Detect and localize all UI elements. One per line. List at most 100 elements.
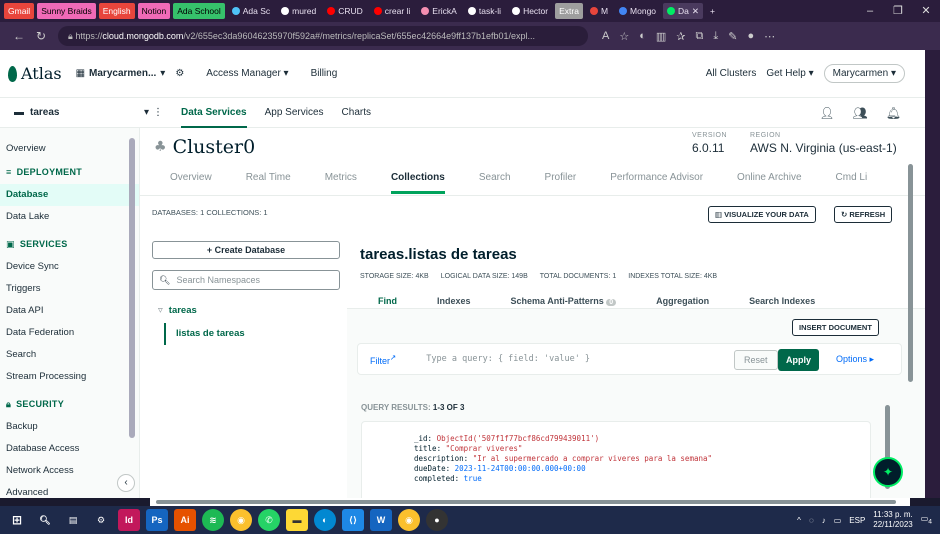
collections-icon[interactable]: ⧉: [696, 30, 704, 43]
windows-start-icon[interactable]: ⊞: [6, 509, 28, 531]
bookmark-english[interactable]: English: [98, 3, 135, 19]
split-screen-icon[interactable]: ▥: [656, 30, 666, 43]
bookmark-sunny-braids[interactable]: Sunny Braids: [37, 3, 96, 19]
tab-performance-advisor[interactable]: Performance Advisor: [610, 172, 703, 194]
tab-cmd-line[interactable]: Cmd Li: [836, 172, 868, 194]
document-card[interactable]: _id: ObjectId('507f1f77bcf86cd799439011'…: [361, 421, 871, 498]
whatsapp-icon[interactable]: ✆: [258, 509, 280, 531]
indesign-icon[interactable]: Id: [118, 509, 140, 531]
network-icon[interactable]: ◌: [809, 516, 814, 525]
visualize-data-button[interactable]: ▥ VISUALIZE YOUR DATA: [708, 206, 816, 223]
volume-icon[interactable]: ♪: [822, 516, 826, 525]
filter-label[interactable]: Filter↗: [370, 353, 396, 366]
read-aloud-icon[interactable]: A: [602, 30, 609, 43]
task-view-icon[interactable]: ▤: [62, 509, 84, 531]
file-explorer-icon[interactable]: ▬: [286, 509, 308, 531]
settings-gear-icon[interactable]: ⚙: [90, 509, 112, 531]
photoshop-icon[interactable]: Ps: [146, 509, 168, 531]
vscode-icon[interactable]: ⟨⟩: [342, 509, 364, 531]
close-tab-icon[interactable]: ✕: [692, 3, 699, 19]
more-options-icon[interactable]: ⋯: [764, 30, 775, 43]
gear-icon[interactable]: ⚙: [175, 68, 184, 79]
spotify-icon[interactable]: ≋: [202, 509, 224, 531]
close-window-icon[interactable]: ✕: [912, 0, 940, 22]
atlas-logo[interactable]: Atlas: [8, 64, 62, 83]
tab-profiler[interactable]: Profiler: [545, 172, 577, 194]
tab-overview[interactable]: Overview: [170, 172, 212, 194]
tab-charts[interactable]: Charts: [342, 98, 371, 128]
url-input[interactable]: 🔒︎ https://cloud.mongodb.com/v2/655ec3da…: [58, 26, 588, 46]
tab-real-time[interactable]: Real Time: [246, 172, 291, 194]
extensions-icon[interactable]: ✎: [728, 30, 737, 43]
tree-database-tareas[interactable]: ▿ tareas: [158, 305, 197, 316]
refresh-button[interactable]: ↻ REFRESH: [834, 206, 893, 223]
tab-search[interactable]: Search: [479, 172, 511, 194]
assistant-chat-button[interactable]: ✦: [873, 457, 903, 487]
reload-icon[interactable]: ↻: [30, 29, 52, 43]
sidebar-item-backup[interactable]: Backup: [0, 416, 139, 438]
main-scrollbar[interactable]: [908, 164, 913, 382]
github-desktop-icon[interactable]: ●: [426, 509, 448, 531]
language-indicator[interactable]: ESP: [849, 516, 865, 525]
browser-tab[interactable]: Ada Sc: [228, 3, 274, 19]
bookmark-ada-school[interactable]: Ada School: [173, 3, 225, 19]
browser-tab[interactable]: Hector: [508, 3, 552, 19]
insert-document-button[interactable]: INSERT DOCUMENT: [792, 319, 879, 336]
sidebar-item-triggers[interactable]: Triggers: [0, 278, 139, 300]
tab-aggregation[interactable]: Aggregation: [656, 296, 709, 306]
chrome-icon[interactable]: ◉: [398, 509, 420, 531]
sidebar-item-overview[interactable]: Overview: [0, 138, 139, 160]
reset-button[interactable]: Reset: [734, 350, 778, 370]
edge-browser-icon[interactable]: ◐: [314, 509, 336, 531]
profile-avatar-icon[interactable]: ●: [747, 30, 754, 43]
tab-data-services[interactable]: Data Services: [181, 98, 247, 128]
browser-tab[interactable]: crear li: [370, 3, 415, 19]
org-selector[interactable]: ▦ Marycarmen... ▾ ⚙: [76, 68, 185, 79]
notifications-icon[interactable]: ▭4: [921, 514, 932, 526]
access-manager-menu[interactable]: Access Manager ▾: [206, 68, 288, 79]
notifications-bell-icon[interactable]: 🔔︎: [886, 106, 901, 120]
tab-collections[interactable]: Collections: [390, 172, 445, 194]
options-toggle[interactable]: Options ▸: [836, 354, 874, 365]
tab-find[interactable]: Find: [378, 296, 397, 306]
back-icon[interactable]: ←: [8, 29, 30, 43]
tab-search-indexes[interactable]: Search Indexes: [749, 296, 815, 306]
restore-icon[interactable]: ❐: [884, 0, 912, 22]
illustrator-icon[interactable]: Ai: [174, 509, 196, 531]
tree-collection-listas-de-tareas[interactable]: listas de tareas: [164, 323, 245, 345]
bookmark-gmail[interactable]: Gmail: [4, 3, 35, 19]
sidebar-item-data-lake[interactable]: Data Lake: [0, 206, 139, 228]
favorites-icon[interactable]: ✰: [676, 30, 685, 43]
bookmark-extra[interactable]: Extra: [555, 3, 583, 19]
sidebar-item-data-api[interactable]: Data API: [0, 300, 139, 322]
sidebar-item-search[interactable]: Search: [0, 344, 139, 366]
new-tab-button[interactable]: +: [706, 3, 719, 19]
bookmark-notion[interactable]: Notion: [137, 3, 171, 19]
browser-tab[interactable]: mured: [277, 3, 320, 19]
battery-icon[interactable]: ▭: [834, 516, 842, 525]
project-options-icon[interactable]: ⋮: [153, 107, 163, 118]
browser-tab[interactable]: Mongo: [615, 3, 660, 19]
chrome-icon[interactable]: ◉: [230, 509, 252, 531]
tab-indexes[interactable]: Indexes: [437, 296, 471, 306]
billing-link[interactable]: Billing: [311, 68, 338, 79]
user-menu[interactable]: Marycarmen ▾: [823, 64, 905, 83]
browser-tab-active[interactable]: Da ✕: [663, 3, 704, 19]
browser-tab[interactable]: task-li: [464, 3, 505, 19]
horizontal-scrollbar[interactable]: [150, 498, 910, 506]
scrollbar-thumb[interactable]: [156, 500, 896, 504]
browser-tab[interactable]: ErickA: [417, 3, 461, 19]
sidebar-item-database-access[interactable]: Database Access: [0, 438, 139, 460]
extension-icon[interactable]: ◐: [639, 30, 646, 43]
activity-feed-icon[interactable]: 👥︎: [853, 106, 868, 120]
tab-schema-anti-patterns[interactable]: Schema Anti-Patterns 0: [511, 296, 617, 306]
project-selector[interactable]: ▬ tareas ▾: [14, 107, 149, 118]
filter-query-input[interactable]: Type a query: { field: 'value' }: [426, 354, 590, 364]
invite-user-icon[interactable]: 👤︎: [819, 106, 834, 120]
tab-online-archive[interactable]: Online Archive: [737, 172, 801, 194]
create-database-button[interactable]: + Create Database: [152, 241, 340, 259]
search-icon[interactable]: 🔍︎: [34, 509, 56, 531]
favorite-star-icon[interactable]: ☆: [619, 30, 629, 43]
sidebar-item-device-sync[interactable]: Device Sync: [0, 256, 139, 278]
all-clusters-link[interactable]: All Clusters: [706, 68, 757, 79]
